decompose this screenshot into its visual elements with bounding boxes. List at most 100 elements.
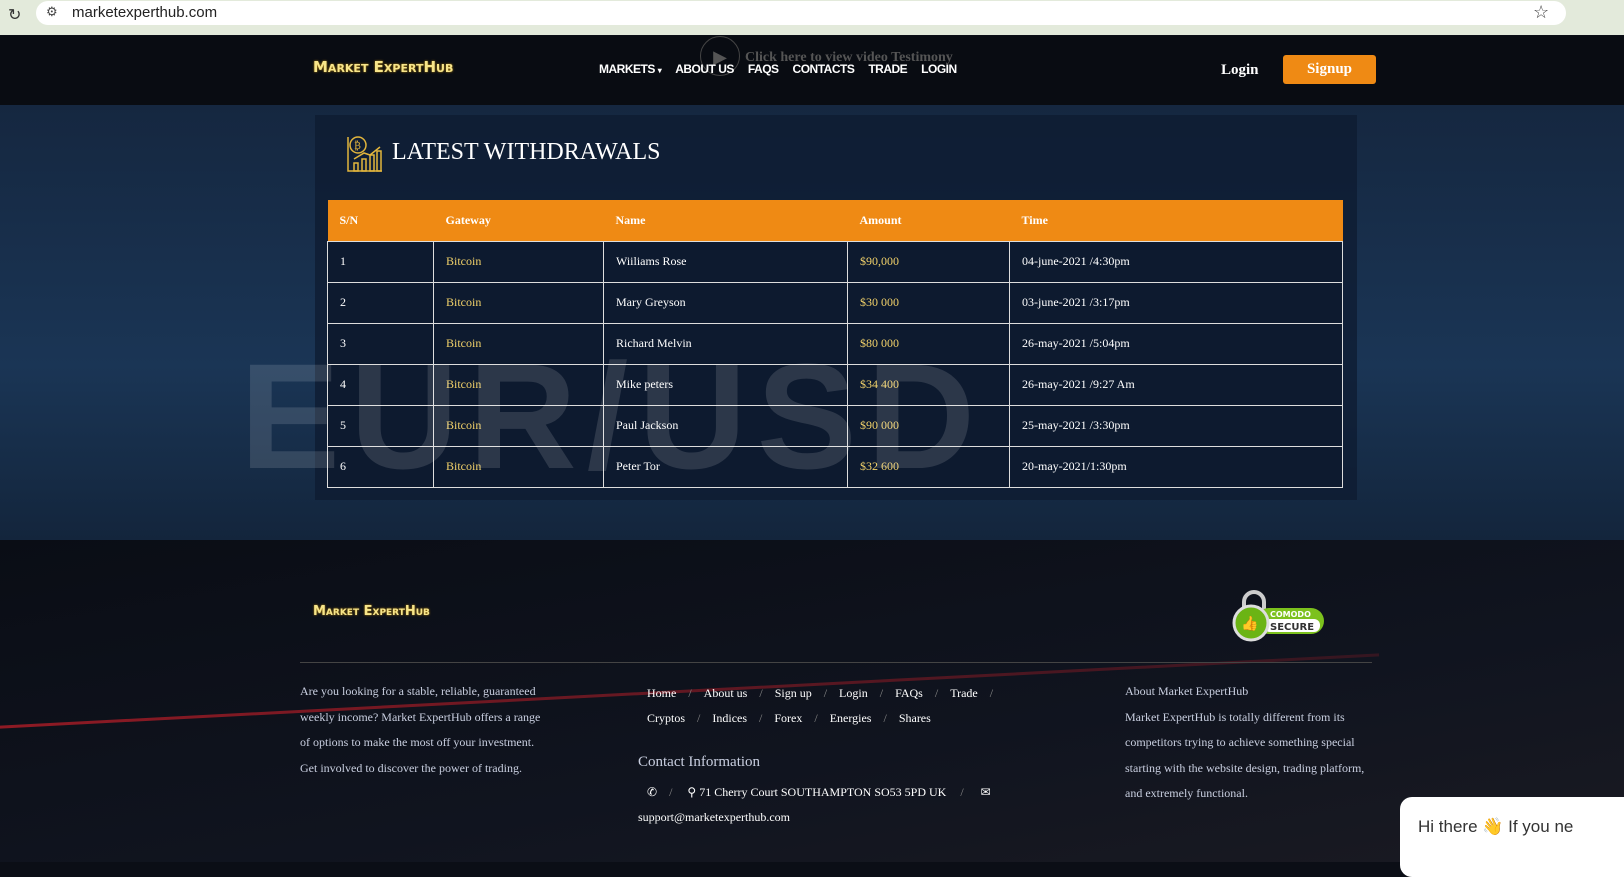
nav-markets[interactable]: MARKETS ▾: [599, 62, 662, 76]
cell-gateway: Bitcoin: [433, 322, 604, 365]
site-logo[interactable]: Market ExpertHub: [313, 58, 453, 76]
footer-link-indices[interactable]: Indices: [712, 711, 747, 725]
footer-link-sign-up[interactable]: Sign up: [775, 686, 812, 700]
cell-amount: $90,000: [847, 240, 1010, 283]
footer-link-trade[interactable]: Trade: [950, 686, 978, 700]
comodo-secure-badge: 👍 COMODO SECURE: [1232, 590, 1328, 647]
cell-name: Paul Jackson: [603, 404, 848, 447]
cell-amount: $32 600: [847, 445, 1010, 488]
footer-divider: [300, 662, 1372, 663]
footer-link-faqs[interactable]: FAQs: [895, 686, 923, 700]
cell-time: 04-june-2021 /4:30pm: [1009, 240, 1343, 283]
cell-amount: $80 000: [847, 322, 1010, 365]
chat-widget[interactable]: Hi there 👋 If you ne: [1400, 797, 1624, 877]
column-header: Amount: [847, 200, 1010, 241]
nav-faqs[interactable]: FAQS: [748, 62, 779, 76]
signup-button[interactable]: Signup: [1283, 55, 1376, 84]
cell-name: Mary Greyson: [603, 281, 848, 324]
footer-link-login[interactable]: Login: [839, 686, 868, 700]
address-bar[interactable]: [36, 1, 1566, 25]
reload-icon[interactable]: ↻: [8, 5, 21, 25]
footer-about: About Market ExpertHub Market ExpertHub …: [1125, 679, 1364, 807]
chat-greeting[interactable]: Hi there 👋 If you ne: [1418, 817, 1573, 836]
page-title: LATEST WITHDRAWALS: [392, 139, 661, 165]
table-row: 5 Bitcoin Paul Jackson $90 000 25-may-2021 /…: [327, 404, 1343, 447]
column-header: S/N: [327, 200, 434, 241]
footer-link-about-us[interactable]: About us: [704, 686, 748, 700]
footer-link-home[interactable]: Home: [647, 686, 676, 700]
svg-text:COMODO: COMODO: [1270, 610, 1311, 619]
bitcoin-chart-icon: ₿: [346, 135, 384, 173]
column-header: Time: [1009, 200, 1343, 241]
cell-gateway: Bitcoin: [433, 281, 604, 324]
column-header: Name: [603, 200, 848, 241]
nav-login[interactable]: LOGIN: [921, 62, 957, 76]
footer-logo: Market ExpertHub: [313, 604, 430, 619]
cell-sn: 5: [327, 404, 434, 447]
about-line: starting with the website design, tradin…: [1125, 760, 1365, 775]
map-pin-icon: ⚲: [687, 785, 697, 799]
nav-about-us[interactable]: ABOUT US: [675, 62, 734, 76]
cell-name: Richard Melvin: [603, 322, 848, 365]
caret-down-icon: ▾: [657, 66, 662, 75]
footer-intro: Are you looking for a stable, reliable, …: [300, 679, 540, 781]
cell-time: 03-june-2021 /3:17pm: [1009, 281, 1343, 324]
url-text[interactable]: marketexperthub.com: [72, 4, 217, 21]
footer-link-cryptos[interactable]: Cryptos: [647, 711, 685, 725]
separator: /: [759, 711, 763, 725]
cell-amount: $90 000: [847, 404, 1010, 447]
footer-link-shares[interactable]: Shares: [899, 711, 931, 725]
separator: /: [814, 711, 818, 725]
cell-time: 20-may-2021/1:30pm: [1009, 445, 1343, 488]
table-row: 6 Bitcoin Peter Tor $32 600 20-may-2021/1:30…: [327, 445, 1343, 488]
contact-row: ✆ / ⚲ 71 Cherry Court SOUTHAMPTON SO53 5P…: [647, 785, 991, 799]
nav-trade[interactable]: TRADE: [868, 62, 907, 76]
separator: /: [879, 686, 884, 700]
svg-text:₿: ₿: [354, 140, 361, 152]
footer-link-energies[interactable]: Energies: [830, 711, 872, 725]
browser-bar: ↻ ⚙ marketexperthub.com ☆: [0, 0, 1624, 35]
separator: /: [688, 686, 692, 700]
separator: /: [697, 711, 701, 725]
main-nav: MARKETS ▾ ABOUT US FAQS CONTACTS TRADE L…: [599, 62, 957, 76]
footer-link-forex[interactable]: Forex: [774, 711, 802, 725]
login-button[interactable]: Login: [1221, 62, 1259, 79]
cell-name: Mike peters: [603, 363, 848, 406]
separator: /: [883, 711, 887, 725]
contact-title: Contact Information: [638, 754, 761, 770]
cell-gateway: Bitcoin: [433, 240, 604, 283]
about-line: and extremely functional.: [1125, 786, 1248, 800]
cell-sn: 6: [327, 445, 434, 488]
cell-sn: 1: [327, 240, 434, 283]
separator: /: [823, 686, 828, 700]
address-text: 71 Cherry Court SOUTHAMPTON SO53 5PD UK: [699, 785, 947, 799]
table-row: 1 Bitcoin Wiiliams Rose $90,000 04-june-2021…: [327, 240, 1343, 283]
cell-gateway: Bitcoin: [433, 363, 604, 406]
cell-amount: $34 400: [847, 363, 1010, 406]
separator: /: [989, 686, 994, 700]
table-row: 4 Bitcoin Mike peters $34 400 26-may-2021 /9…: [327, 363, 1343, 406]
cell-sn: 2: [327, 281, 434, 324]
cell-amount: $30 000: [847, 281, 1010, 324]
email-icon[interactable]: ✉: [981, 785, 991, 799]
intro-line: Are you looking for a stable, reliable, …: [300, 684, 536, 698]
svg-text:👍: 👍: [1241, 615, 1258, 632]
support-email[interactable]: support@marketexperthub.com: [638, 805, 790, 831]
cell-time: 26-may-2021 /9:27 Am: [1009, 363, 1343, 406]
intro-line: of options to make the most off your inv…: [300, 735, 535, 749]
separator: /: [934, 686, 939, 700]
cell-gateway: Bitcoin: [433, 445, 604, 488]
about-line: competitors trying to achieve something …: [1125, 735, 1355, 749]
cell-sn: 3: [327, 322, 434, 365]
bookmark-star-icon[interactable]: ☆: [1533, 2, 1549, 23]
footer-links: Home / About us / Sign up / Login / FAQs / Trade / C…: [647, 681, 1047, 731]
table-row: 2 Bitcoin Mary Greyson $30 000 03-june-2021 …: [327, 281, 1343, 324]
cell-sn: 4: [327, 363, 434, 406]
cell-name: Wiiliams Rose: [603, 240, 848, 283]
site-info-icon[interactable]: ⚙: [46, 4, 58, 20]
nav-contacts[interactable]: CONTACTS: [793, 62, 855, 76]
about-title: About Market ExpertHub: [1125, 684, 1249, 698]
column-header: Gateway: [433, 200, 604, 241]
phone-icon[interactable]: ✆: [647, 785, 657, 799]
cell-time: 25-may-2021 /3:30pm: [1009, 404, 1343, 447]
